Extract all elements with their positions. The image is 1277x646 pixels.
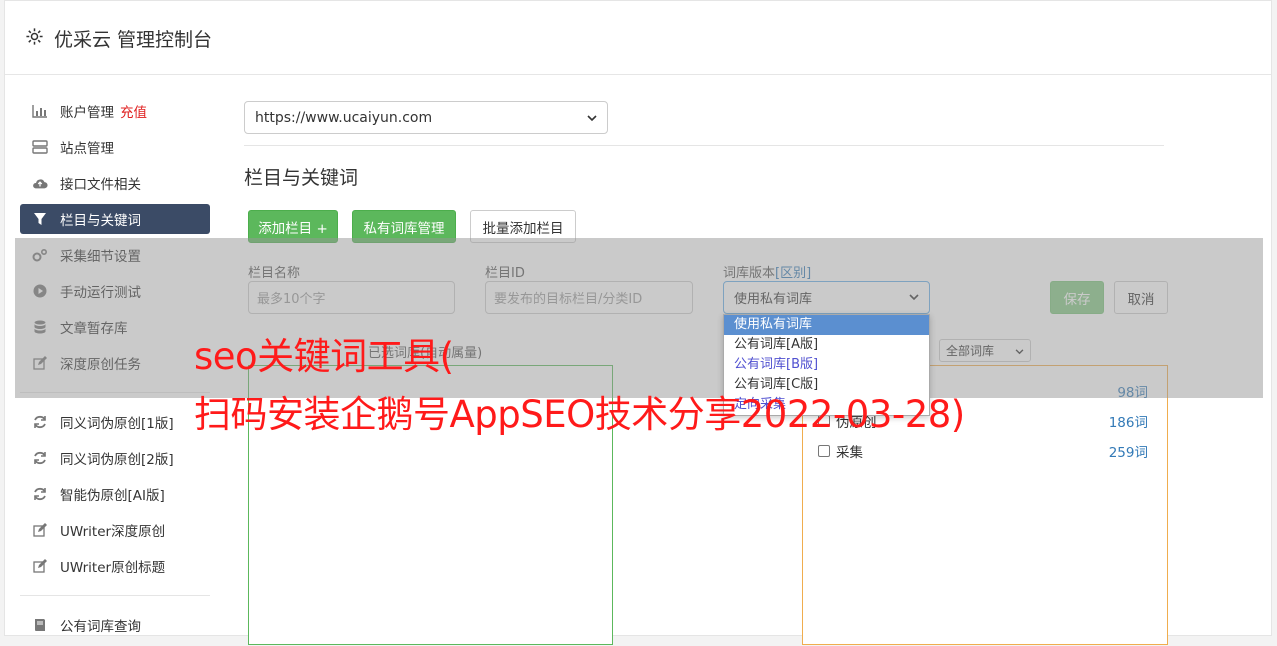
sidebar-item-synonym-v2[interactable]: 同义词伪原创[2版] xyxy=(20,443,210,473)
server-icon xyxy=(32,139,48,155)
book-icon xyxy=(32,617,48,633)
top-bar: 优采云 管理控制台 xyxy=(5,1,1271,75)
dropdown-option[interactable]: 公有词库[B版] xyxy=(724,355,929,375)
app-title: 优采云 管理控制台 xyxy=(54,29,213,51)
sidebar-divider xyxy=(20,595,210,596)
divider xyxy=(244,145,1164,146)
sidebar-item-columns-keywords[interactable]: 栏目与关键词 xyxy=(20,204,210,234)
refresh-icon xyxy=(32,450,48,466)
sidebar-item-label: UWriter原创标题 xyxy=(60,560,166,576)
cloud-upload-icon xyxy=(32,175,48,191)
sidebar-item-label: 栏目与关键词 xyxy=(60,213,141,229)
watermark-line-2: 扫码安装企鹅号AppSEO技术分享2022-03-28) xyxy=(194,393,965,436)
lib-count: 259词 xyxy=(1108,445,1148,461)
refresh-icon xyxy=(32,486,48,502)
refresh-icon xyxy=(32,414,48,430)
filter-icon xyxy=(32,211,48,227)
gear-icon xyxy=(25,27,44,51)
dropdown-option[interactable]: 公有词库[A版] xyxy=(724,335,929,355)
site-select[interactable]: https://www.ucaiyun.com xyxy=(244,101,608,134)
sidebar-item-label: 账户管理 xyxy=(60,105,114,121)
sidebar-item-label: 同义词伪原创[2版] xyxy=(60,452,174,468)
list-item[interactable]: 采集 259词 xyxy=(818,441,1148,461)
sidebar-item-label: 智能伪原创[AI版] xyxy=(60,488,165,504)
sidebar-item-label: 站点管理 xyxy=(60,141,114,157)
sidebar-item-label: 接口文件相关 xyxy=(60,177,141,193)
sidebar-item-ai-rewrite[interactable]: 智能伪原创[AI版] xyxy=(20,479,210,509)
sidebar-item-api-files[interactable]: 接口文件相关 xyxy=(20,168,210,198)
sidebar-item-label: UWriter深度原创 xyxy=(60,524,166,540)
sidebar-item-uwriter-title[interactable]: UWriter原创标题 xyxy=(20,551,210,581)
chevron-down-icon xyxy=(587,110,597,126)
sidebar-item-uwriter-deep[interactable]: UWriter深度原创 xyxy=(20,515,210,545)
watermark-line-1: seo关键词工具( xyxy=(194,335,454,378)
recharge-link[interactable]: 充值 xyxy=(120,101,147,121)
lib-count: 186词 xyxy=(1108,415,1148,431)
sidebar-item-synonym-v1[interactable]: 同义词伪原创[1版] xyxy=(20,407,210,437)
edit-icon xyxy=(32,522,48,538)
page-title: 栏目与关键词 xyxy=(244,167,359,189)
edit-icon xyxy=(32,558,48,574)
sidebar-item-account[interactable]: 账户管理 充值 xyxy=(20,96,210,126)
brand: 优采云 管理控制台 xyxy=(25,25,212,52)
sidebar-item-label: 公有词库查询 xyxy=(60,619,141,635)
dropdown-option[interactable]: 使用私有词库 xyxy=(724,315,929,335)
checkbox[interactable] xyxy=(818,445,830,457)
lib-name: 采集 xyxy=(836,445,863,461)
site-select-value: https://www.ucaiyun.com xyxy=(255,109,433,126)
sidebar-item-label: 同义词伪原创[1版] xyxy=(60,416,174,432)
bar-chart-icon xyxy=(32,103,48,119)
sidebar-item-sites[interactable]: 站点管理 xyxy=(20,132,210,162)
